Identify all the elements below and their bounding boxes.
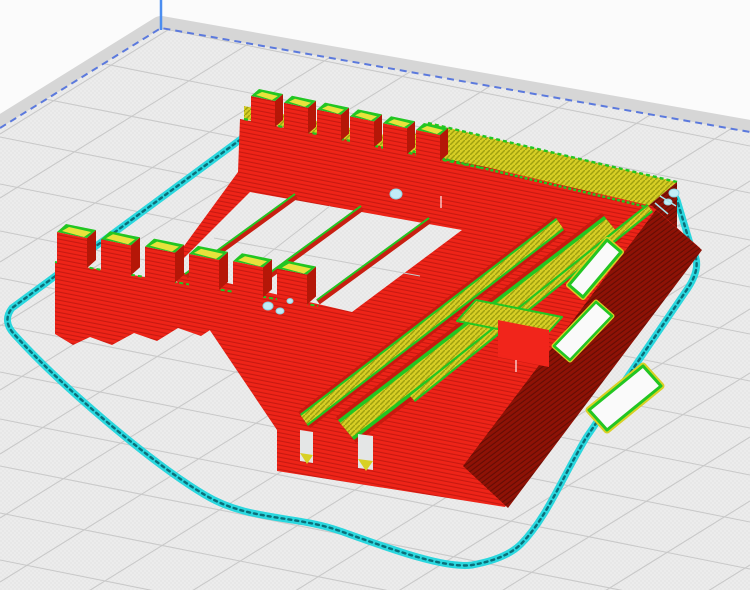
merlon-front-face[interactable]	[145, 247, 175, 293]
merlon-front-face[interactable]	[284, 103, 308, 142]
merlon-front-face[interactable]	[57, 232, 87, 278]
slicer-preview-stage	[0, 0, 750, 590]
travel-blob-left-3[interactable]	[287, 299, 293, 304]
merlon-front-face[interactable]	[416, 130, 440, 169]
viewport-3d[interactable]	[0, 0, 750, 590]
travel-blob-left-2[interactable]	[276, 308, 284, 314]
travel-blob-right-1[interactable]	[669, 189, 679, 197]
travel-blob-left-1[interactable]	[263, 302, 273, 310]
merlon-front-face[interactable]	[383, 123, 407, 162]
merlon-front-face[interactable]	[350, 116, 374, 155]
travel-blob-center[interactable]	[390, 189, 402, 199]
merlon-front-face[interactable]	[277, 269, 307, 315]
merlon-front-face[interactable]	[189, 254, 219, 300]
merlon-front-face[interactable]	[317, 110, 341, 149]
merlon-front-face[interactable]	[101, 239, 131, 285]
merlon-front-face[interactable]	[233, 261, 263, 307]
merlon-front-face[interactable]	[251, 96, 275, 135]
